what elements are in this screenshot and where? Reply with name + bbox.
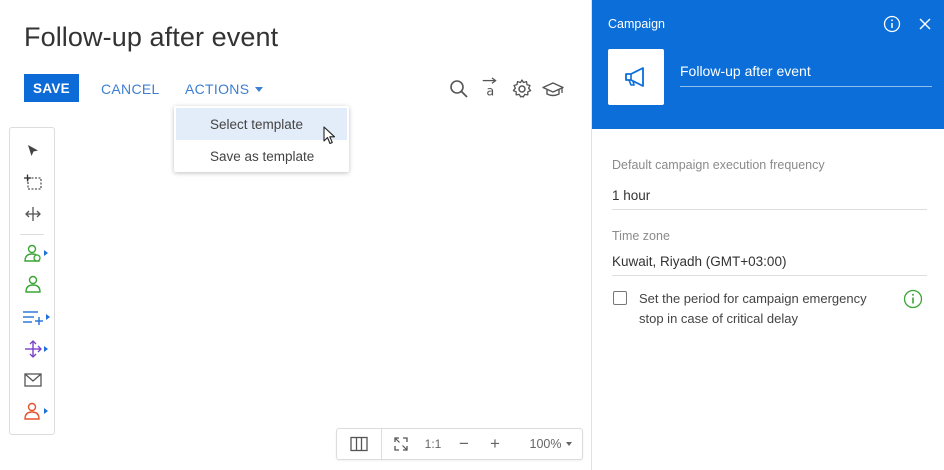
submenu-arrow-icon [46, 314, 50, 320]
campaign-logo[interactable] [608, 49, 664, 105]
submenu-arrow-icon [44, 346, 48, 352]
zoom-in-button[interactable]: + [484, 429, 506, 459]
svg-text:a: a [486, 84, 494, 98]
emergency-stop-checkbox[interactable] [613, 291, 627, 305]
info-icon[interactable] [903, 289, 923, 309]
actual-size-button[interactable]: 1:1 [419, 429, 447, 459]
campaign-properties-panel: Campaign Follow-up after event Default c… [591, 0, 944, 470]
emergency-stop-label: Set the period for campaign emergency st… [639, 291, 867, 326]
map-icon [350, 436, 368, 452]
add-audience-tool[interactable] [10, 271, 56, 297]
close-icon[interactable] [919, 18, 931, 30]
email-icon [24, 373, 42, 387]
timezone-label: Time zone [612, 229, 670, 243]
zoom-level-select[interactable]: 100% [525, 429, 577, 459]
toolbox-divider [20, 234, 44, 235]
split-icon [25, 340, 42, 358]
panel-title: Campaign [608, 17, 665, 31]
element-toolbox [9, 127, 55, 435]
pointer-tool[interactable] [10, 138, 56, 164]
mouse-cursor-icon [323, 126, 336, 145]
exit-audience-tool[interactable] [10, 398, 56, 424]
info-icon[interactable] [883, 15, 901, 33]
zoom-toolbar: 1:1 − + 100% [336, 428, 583, 460]
audience-tool[interactable] [10, 240, 56, 266]
submenu-arrow-icon [44, 250, 48, 256]
email-tool[interactable] [10, 367, 56, 393]
save-button[interactable]: SAVE [24, 74, 79, 102]
page-title: Follow-up after event [24, 22, 279, 52]
chevron-down-icon [566, 442, 573, 446]
zoom-divider [381, 429, 382, 459]
cancel-button[interactable]: CANCEL [101, 81, 160, 97]
frequency-label: Default campaign execution frequency [612, 158, 825, 172]
split-tool[interactable] [10, 336, 56, 362]
connector-tool[interactable] [10, 201, 56, 227]
academy-icon[interactable] [542, 78, 564, 100]
add-to-list-tool[interactable] [10, 304, 56, 330]
zoom-level-value: 100% [529, 437, 562, 451]
campaign-name-field[interactable]: Follow-up after event [680, 63, 932, 87]
search-icon[interactable] [448, 78, 470, 100]
selection-icon [24, 174, 42, 190]
submenu-arrow-icon [44, 408, 48, 414]
campaign-designer: Follow-up after event SAVE CANCEL ACTION… [0, 0, 944, 470]
timezone-field[interactable]: Kuwait, Riyadh (GMT+03:00) [612, 254, 927, 276]
actions-label: ACTIONS [185, 81, 250, 97]
actions-button[interactable]: ACTIONS [185, 81, 264, 97]
connector-icon [25, 207, 41, 221]
pointer-icon [28, 145, 38, 156]
zoom-out-button[interactable]: − [453, 429, 475, 459]
add-audience-icon [25, 275, 41, 293]
gear-icon[interactable] [511, 78, 533, 100]
add-to-list-icon [23, 311, 43, 325]
frequency-field[interactable]: 1 hour [612, 188, 927, 210]
panel-header: Campaign Follow-up after event [592, 0, 944, 129]
exit-audience-icon [24, 402, 40, 420]
audience-icon [24, 244, 41, 262]
fit-screen-icon [394, 437, 408, 451]
menu-item-select-template[interactable]: Select template [176, 108, 347, 140]
chevron-down-icon [255, 86, 264, 92]
selection-tool[interactable] [10, 169, 56, 195]
megaphone-icon [625, 67, 644, 87]
minimap-button[interactable] [337, 429, 381, 459]
text-format-icon[interactable]: a [480, 76, 502, 98]
fit-to-screen-button[interactable] [389, 429, 413, 459]
